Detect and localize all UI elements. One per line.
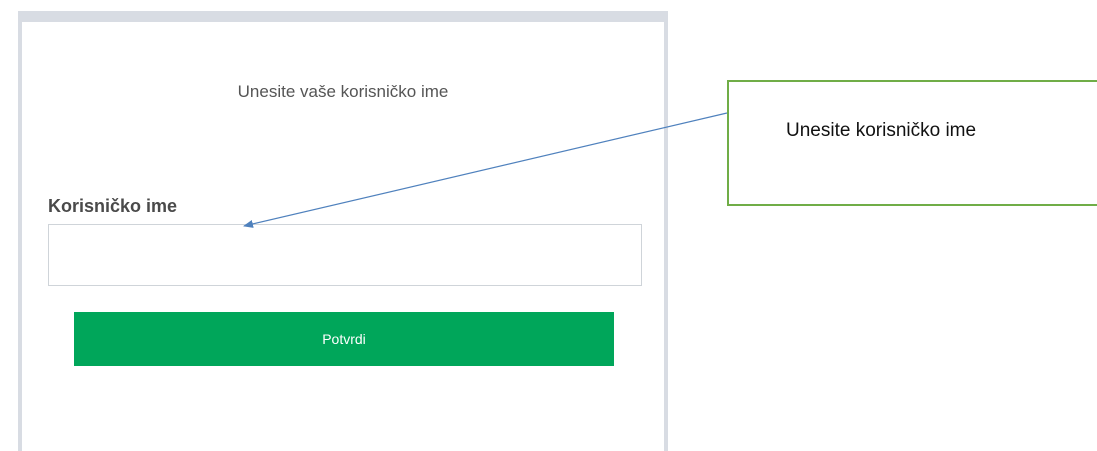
login-panel: Unesite vaše korisničko ime Korisničko i… (18, 11, 668, 451)
login-heading: Unesite vaše korisničko ime (237, 82, 449, 101)
submit-button[interactable]: Potvrdi (74, 312, 614, 366)
username-label: Korisničko ime (48, 196, 178, 216)
username-input[interactable] (48, 224, 642, 286)
callout-text: Unesite korisničko ime (786, 120, 977, 141)
callout-box: Unesite korisničko ime (727, 80, 1097, 206)
